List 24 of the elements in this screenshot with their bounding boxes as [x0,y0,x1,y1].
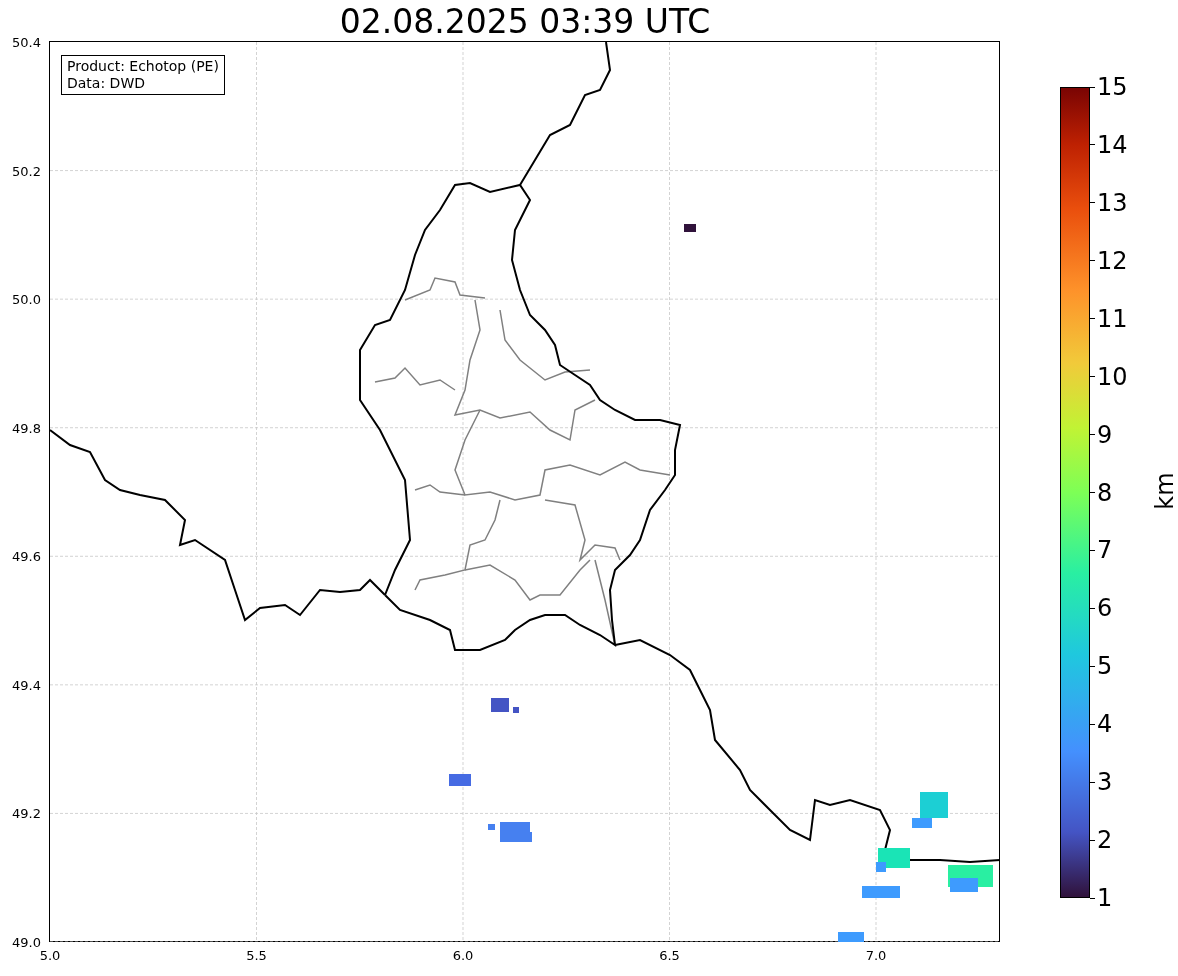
colorbar-label: km [1150,472,1178,510]
axis-tick-label: 5.0 [39,948,61,963]
axis-tick-label: 6.5 [659,948,680,963]
axis-tick-label: 49.6 [12,548,41,564]
axis-tick-label: 49.8 [12,420,41,436]
axis-tick-label: 50.4 [12,34,41,50]
legend-text: Product: Echotop (PE) [67,58,219,75]
radar-echo [862,886,900,898]
radar-echo [684,224,696,232]
radar-echo [513,707,519,713]
axis-tick-label: 6.0 [452,948,474,963]
radar-echo [488,824,495,830]
axis-tick-label: 50.2 [12,163,41,179]
plot-title: 02.08.2025 03:39 UTC [338,1,712,42]
radar-echo [449,774,471,786]
axis-tick-label: 49.2 [12,805,41,821]
legend-text: Data: DWD [67,75,146,92]
axis-tick-label: 49.4 [12,677,41,693]
radar-echo [491,698,509,712]
axis-tick-label: 5.5 [246,948,267,963]
axis-tick-label: 50.0 [12,291,41,307]
axis-tick-label: 7.0 [865,948,887,963]
axis-tick-label: 49.0 [12,934,41,950]
radar-echo [838,932,864,942]
